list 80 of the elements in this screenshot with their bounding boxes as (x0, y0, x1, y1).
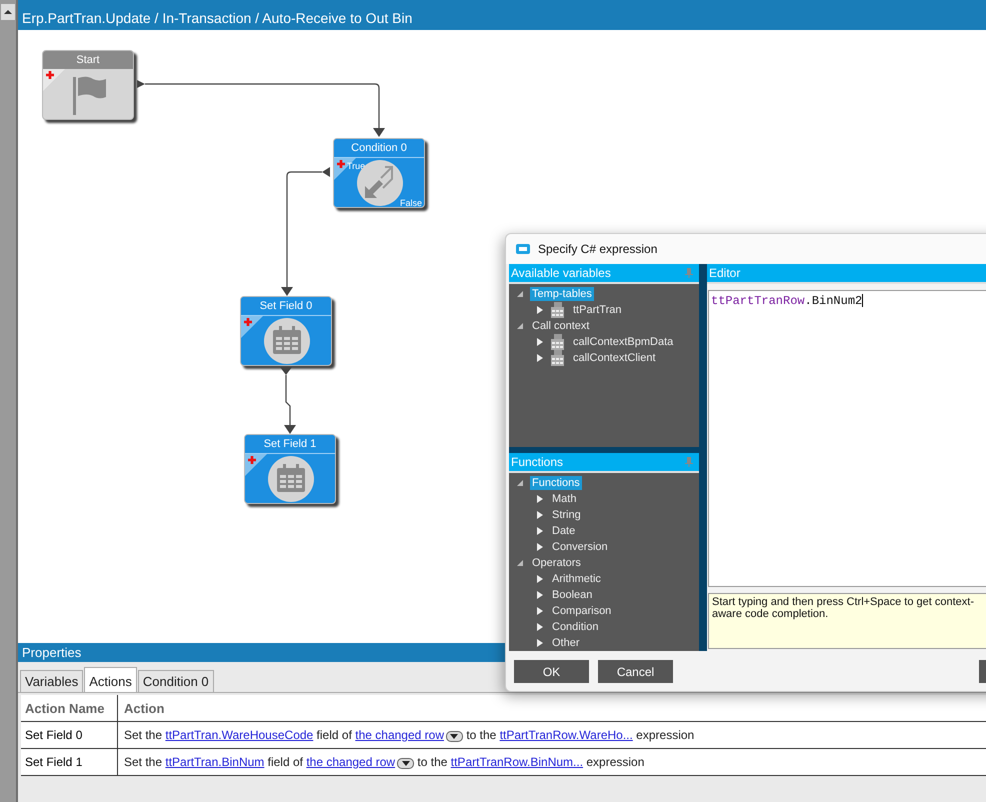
expand-arrow-icon[interactable] (535, 590, 545, 600)
calendar-icon (268, 456, 314, 502)
expand-arrow-icon[interactable] (535, 606, 545, 616)
action-sentence: Set the ttPartTran.BinNum field of the changed row to the ttPartTranRow.BinNum... expression (123, 754, 646, 771)
calendar-icon (264, 318, 310, 364)
expand-arrow-icon[interactable] (535, 337, 545, 347)
tree-item[interactable]: String (550, 508, 583, 522)
dropdown-icon[interactable] (446, 731, 463, 742)
plus-icon (241, 316, 263, 338)
table-icon (550, 302, 566, 318)
tree-item[interactable]: Boolean (550, 588, 594, 602)
false-label: False (400, 198, 422, 207)
dialog-button[interactable]: OK (514, 660, 589, 683)
node-title: Set Field 0 (241, 297, 331, 316)
panel-title: Available variables (511, 266, 611, 280)
tree-item[interactable]: Date (550, 524, 578, 538)
expand-arrow-icon[interactable] (535, 574, 545, 584)
expand-arrow-icon[interactable] (535, 494, 545, 504)
expand-arrow-icon[interactable] (535, 510, 545, 520)
expand-arrow-icon[interactable] (535, 622, 545, 632)
connector-arrow (280, 367, 296, 434)
node-title: Set Field 1 (245, 435, 335, 454)
expanded-icon[interactable] (515, 321, 525, 331)
table-cell: Set Field 1 (21, 749, 118, 775)
breadcrumb-title: Erp.PartTran.Update / In-Transaction / Auto-Receive to Out Bin (18, 8, 986, 30)
tree-item[interactable]: Conversion (550, 540, 610, 554)
plus-icon (245, 454, 267, 476)
panel-title: Functions (511, 455, 564, 469)
tab[interactable]: Condition 0 (138, 670, 214, 692)
dialog-button[interactable]: Cancel (598, 660, 673, 683)
expand-arrow-icon[interactable] (535, 526, 545, 536)
dialog-title: Specify C# expression (538, 242, 658, 256)
scrollbar[interactable] (0, 0, 18, 802)
true-label: True (347, 161, 366, 171)
expanded-icon[interactable] (515, 558, 525, 568)
tree-item[interactable]: Functions (530, 476, 582, 490)
panel-title: Editor (709, 266, 740, 280)
link[interactable]: ttPartTranRow.WareHo... (500, 728, 633, 742)
tree-item[interactable]: Comparison (550, 604, 614, 618)
expanded-icon[interactable] (515, 478, 525, 488)
action-sentence: Set the ttPartTran.WareHouseCode field of the changed row to the ttPartTranRow.WareHo... expression (123, 727, 696, 744)
tree-item[interactable]: Math (550, 492, 578, 506)
expand-arrow-icon[interactable] (535, 305, 545, 315)
tree-item[interactable]: ttPartTran (571, 303, 624, 317)
expanded-icon[interactable] (515, 289, 525, 299)
column-header[interactable]: Action Name (21, 695, 118, 721)
link[interactable]: the changed row (306, 755, 396, 769)
expand-arrow-icon[interactable] (535, 542, 545, 552)
link[interactable]: the changed row (355, 728, 444, 742)
tree-item[interactable]: Condition (550, 620, 600, 634)
link[interactable]: ttPartTran.WareHouseCode (165, 728, 314, 742)
workflow-node[interactable]: Condition 0 True False (333, 138, 425, 208)
tree-item[interactable]: callContextClient (571, 351, 658, 365)
workflow-node[interactable]: Start (42, 50, 134, 120)
tab[interactable]: Variables (20, 670, 84, 692)
tree-item[interactable]: callContextBpmData (571, 335, 676, 349)
tree-item[interactable]: Operators (530, 556, 583, 570)
tab[interactable]: Actions (84, 667, 137, 692)
workflow-node[interactable]: Set Field 0 (240, 296, 332, 366)
tree-item[interactable]: Arithmetic (550, 572, 603, 586)
expand-arrow-icon[interactable] (535, 353, 545, 363)
link[interactable]: ttPartTran.BinNum (165, 755, 264, 769)
tree-item[interactable]: Temp-tables (530, 287, 594, 301)
hint-text: Start typing and then press Ctrl+Space to get context-aware code completion. (708, 593, 986, 649)
table-icon (550, 350, 566, 366)
node-title: Condition 0 (334, 139, 424, 158)
scroll-up-button[interactable] (1, 4, 15, 20)
expand-arrow-icon[interactable] (535, 638, 545, 648)
node-title: Start (43, 51, 133, 69)
column-header[interactable]: Action (118, 695, 986, 721)
dropdown-icon[interactable] (397, 758, 414, 769)
window-icon (515, 243, 531, 255)
plus-icon (43, 69, 65, 91)
table-icon (550, 334, 566, 350)
tree-item[interactable]: Call context (530, 319, 592, 333)
table-cell: Set Field 0 (21, 722, 118, 748)
workflow-node[interactable]: Set Field 1 (244, 434, 336, 504)
arrow-up-icon (3, 9, 13, 15)
link[interactable]: ttPartTranRow.BinNum... (450, 755, 584, 769)
code-editor[interactable]: ttPartTranRow.BinNum2 (708, 290, 986, 587)
